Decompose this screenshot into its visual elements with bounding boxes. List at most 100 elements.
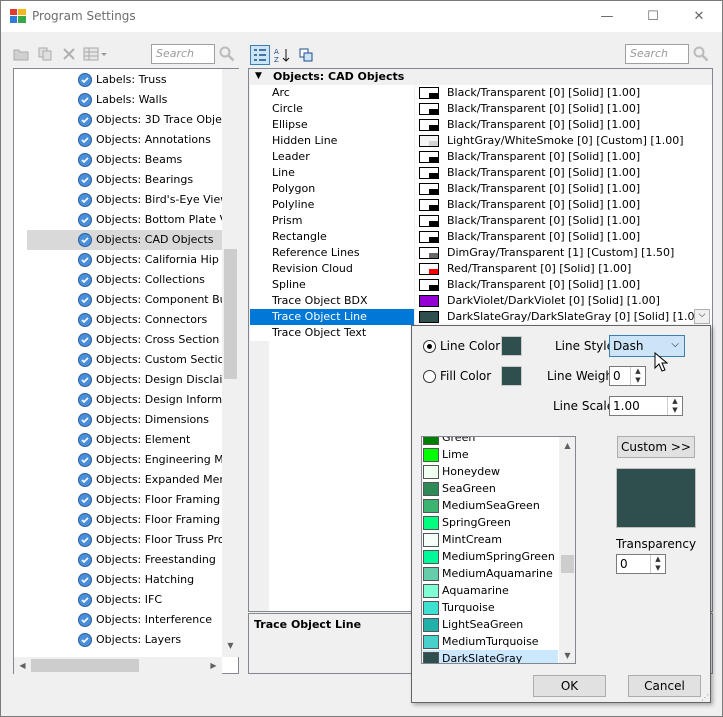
property-value[interactable]: Black/Transparent [0] [Solid] [1.00]	[416, 165, 711, 181]
grid-row[interactable]: Polygon Black/Transparent [0] [Solid] [1.…	[250, 181, 711, 197]
folder-icon[interactable]	[13, 46, 29, 62]
grid-row[interactable]: Trace Object Line DarkSlateGray/DarkSlate…	[250, 309, 711, 325]
color-list-item[interactable]: MintCream	[423, 531, 558, 548]
tree-item[interactable]: Objects: Interference	[76, 610, 236, 630]
line-scale-spinner[interactable]: 1.00 ▲ ▼	[609, 396, 683, 416]
color-list-item[interactable]: MediumTurquoise	[423, 633, 558, 650]
fill-color-radio[interactable]	[423, 370, 436, 383]
color-list-item[interactable]: SeaGreen	[423, 480, 558, 497]
property-value[interactable]: Black/Transparent [0] [Solid] [1.00]	[416, 213, 711, 229]
scroll-left-arrow[interactable]: ◀	[14, 661, 31, 670]
tree-item[interactable]: Objects: Cross Section	[76, 330, 236, 350]
property-value[interactable]: Black/Transparent [0] [Solid] [1.00]	[416, 117, 711, 133]
scroll-down-arrow[interactable]: ▼	[222, 641, 239, 650]
tree-item[interactable]: Objects: California Hip Bloc	[76, 250, 236, 270]
line-color-swatch[interactable]	[501, 336, 522, 356]
grid-row[interactable]: Revision Cloud Red/Transparent [0] [Solid…	[250, 261, 711, 277]
tree-item[interactable]: Objects: Floor Framing	[76, 490, 236, 510]
tree-item[interactable]: Objects: Collections	[76, 270, 236, 290]
color-list-item[interactable]: Turquoise	[423, 599, 558, 616]
scroll-down-arrow[interactable]: ▼	[559, 651, 575, 660]
grid-row[interactable]: Rectangle Black/Transparent [0] [Solid] […	[250, 229, 711, 245]
tree-item[interactable]: Labels: Truss	[76, 70, 236, 90]
tree-item[interactable]: Objects: IFC	[76, 590, 236, 610]
tree-item[interactable]: Objects: Annotations	[76, 130, 236, 150]
tree-item[interactable]: Objects: 3D Trace Object	[76, 110, 236, 130]
dropdown-button[interactable]: ⌵	[694, 309, 710, 324]
grid-row[interactable]: Circle Black/Transparent [0] [Solid] [1.0…	[250, 101, 711, 117]
color-list[interactable]: DarkSlateGray MediumTurquoise LightSeaGree…	[421, 436, 576, 664]
tree-item[interactable]: Objects: Layers	[76, 630, 236, 650]
tree-item[interactable]: Objects: Hatching	[76, 570, 236, 590]
color-list-thumb[interactable]	[561, 555, 574, 573]
sort-alphabetical-icon[interactable]: AZ	[274, 47, 290, 63]
grid-search-input[interactable]: Search	[625, 44, 689, 64]
tree-item[interactable]: Labels: Walls	[76, 90, 236, 110]
color-list-item[interactable]: MediumSpringGreen	[423, 548, 558, 565]
tree-item[interactable]: Objects: Design Disclaimer	[76, 370, 236, 390]
grid-row[interactable]: Ellipse Black/Transparent [0] [Solid] [1.…	[250, 117, 711, 133]
line-weight-spinner[interactable]: 0 ▲ ▼	[609, 366, 646, 386]
tree-vertical-scrollbar[interactable]: ▼	[222, 69, 239, 657]
grid-category-header[interactable]: ▼ Objects: CAD Objects	[249, 69, 712, 85]
grid-row[interactable]: Hidden Line LightGray/WhiteSmoke [0] [Cus…	[250, 133, 711, 149]
color-list-item[interactable]: Honeydew	[423, 463, 558, 480]
tree-item[interactable]: Objects: Design Informatior	[76, 390, 236, 410]
grid-row[interactable]: Trace Object BDX DarkViolet/DarkViolet [0…	[250, 293, 711, 309]
tree-item[interactable]: Objects: Bird's-Eye View	[76, 190, 236, 210]
color-list-item[interactable]: LightSeaGreen	[423, 616, 558, 633]
tree-item[interactable]: Objects: Custom Sections	[76, 350, 236, 370]
color-list-item[interactable]: DarkSlateGray	[423, 650, 558, 663]
tree-item[interactable]: Objects: Beams	[76, 150, 236, 170]
tree-item[interactable]: Objects: Freestanding	[76, 550, 236, 570]
property-value[interactable]: Black/Transparent [0] [Solid] [1.00]	[416, 229, 711, 245]
maximize-button[interactable]: ☐	[630, 1, 676, 32]
grid-row[interactable]: Reference Lines DimGray/Transparent [1] […	[250, 245, 711, 261]
tree-item[interactable]: Objects: Component Builde	[76, 290, 236, 310]
scroll-right-arrow[interactable]: ▶	[205, 661, 222, 670]
property-value[interactable]: Black/Transparent [0] [Solid] [1.00]	[416, 181, 711, 197]
tree-item[interactable]: Objects: Dimensions	[76, 410, 236, 430]
tree-item[interactable]: Objects: Engineering Memb	[76, 450, 236, 470]
tree-horizontal-scrollbar[interactable]: ◀ ▶	[14, 657, 222, 674]
grid-row[interactable]: Line Black/Transparent [0] [Solid] [1.00]	[250, 165, 711, 181]
minimize-button[interactable]: —	[584, 1, 630, 32]
line-style-dropdown[interactable]: Dash ⌵	[609, 335, 685, 357]
title-bar[interactable]: Program Settings — ☐ ✕	[1, 1, 722, 32]
fill-color-swatch[interactable]	[501, 366, 522, 386]
tree-item[interactable]: Objects: Bottom Plate View	[76, 210, 236, 230]
tree-item[interactable]: Objects: Connectors	[76, 310, 236, 330]
property-value[interactable]: DimGray/Transparent [1] [Custom] [1.50]	[416, 245, 711, 261]
tree-item[interactable]: Objects: Floor Framing Acc	[76, 510, 236, 530]
collapse-icon[interactable]: ▼	[255, 71, 262, 81]
property-value[interactable]: LightGray/WhiteSmoke [0] [Custom] [1.00]	[416, 133, 711, 149]
color-list-item[interactable]: MediumSeaGreen	[423, 497, 558, 514]
search-icon[interactable]	[219, 46, 235, 62]
settings-tree[interactable]: Labels: Truss Labels: Walls Objects: 3D Tr…	[13, 68, 239, 674]
transparency-spinner[interactable]: 0 ▲ ▼	[616, 554, 666, 574]
color-list-scrollbar[interactable]: ▲ ▼	[559, 437, 575, 663]
scrollbar-thumb[interactable]	[224, 249, 237, 379]
property-value[interactable]: Red/Transparent [0] [Solid] [1.00]	[416, 261, 711, 277]
view-options-icon[interactable]	[83, 46, 107, 62]
property-value[interactable]: DarkSlateGray/DarkSlateGray [0] [Solid] …	[416, 309, 711, 325]
tree-item[interactable]: Objects: Bearings	[76, 170, 236, 190]
property-value[interactable]: Black/Transparent [0] [Solid] [1.00]	[416, 101, 711, 117]
categorized-button[interactable]	[250, 45, 270, 65]
property-value[interactable]: Black/Transparent [0] [Solid] [1.00]	[416, 277, 711, 293]
grid-row[interactable]: Leader Black/Transparent [0] [Solid] [1.0…	[250, 149, 711, 165]
property-value[interactable]: Black/Transparent [0] [Solid] [1.00]	[416, 85, 711, 101]
spinner-arrows[interactable]: ▲ ▼	[650, 555, 665, 573]
color-list-item[interactable]: Green	[423, 437, 558, 446]
color-list-item[interactable]: Lime	[423, 446, 558, 463]
tree-item[interactable]: Objects: CAD Objects	[27, 230, 235, 250]
custom-button[interactable]: Custom >>	[617, 436, 695, 458]
tree-item[interactable]: Objects: Element	[76, 430, 236, 450]
scroll-up-arrow[interactable]: ▲	[559, 441, 575, 450]
property-value[interactable]: Black/Transparent [0] [Solid] [1.00]	[416, 197, 711, 213]
property-value[interactable]: DarkViolet/DarkViolet [0] [Solid] [1.00]	[416, 293, 711, 309]
color-list-item[interactable]: MediumAquamarine	[423, 565, 558, 582]
grid-row[interactable]: Arc Black/Transparent [0] [Solid] [1.00]	[250, 85, 711, 101]
horizontal-scrollbar-thumb[interactable]	[31, 659, 139, 672]
property-value[interactable]: Black/Transparent [0] [Solid] [1.00]	[416, 149, 711, 165]
